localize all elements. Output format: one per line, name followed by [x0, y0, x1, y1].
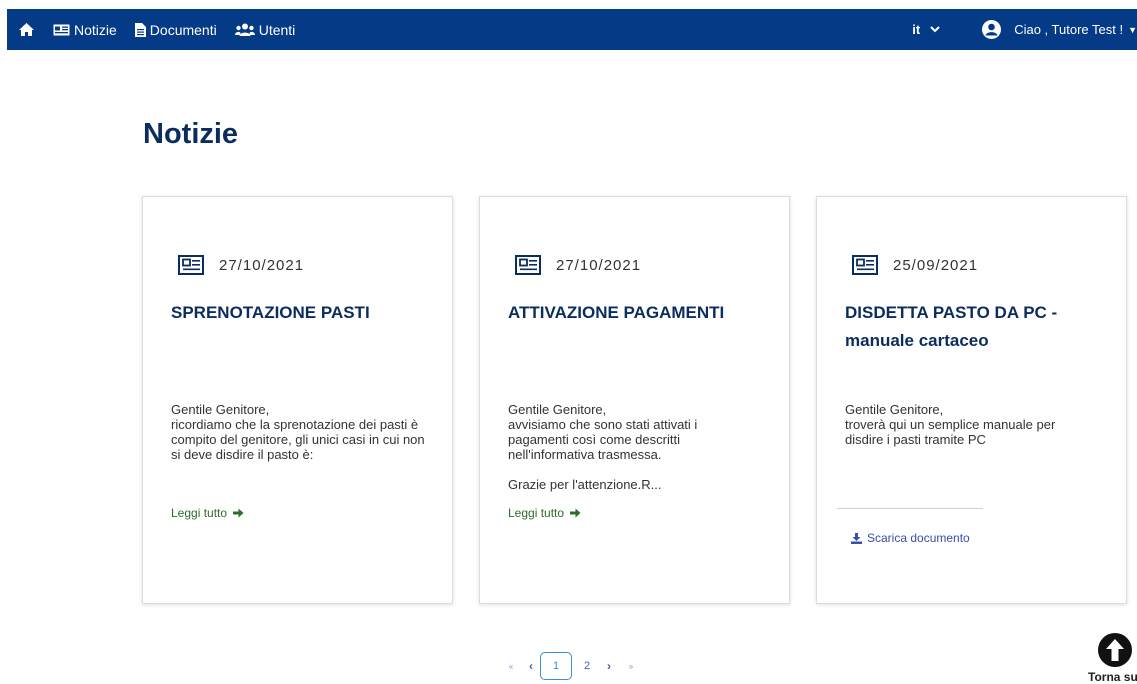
- read-more-link[interactable]: Leggi tutto: [171, 506, 244, 520]
- pagination-last[interactable]: »: [624, 662, 638, 671]
- arrow-up-circle-icon: [1098, 633, 1132, 667]
- card-body: Gentile Genitore, ricordiamo che la spre…: [171, 402, 456, 462]
- card-divider: [837, 508, 983, 509]
- caret-down-icon: ▼: [1128, 24, 1137, 35]
- pagination-first[interactable]: «: [504, 662, 518, 671]
- arrow-right-icon: [233, 508, 244, 518]
- chevron-down-icon: [930, 26, 940, 33]
- read-more-label: Leggi tutto: [171, 506, 228, 520]
- card-title[interactable]: DISDETTA PASTO DA PC - manuale cartaceo: [845, 299, 1115, 355]
- newspaper-icon: [515, 255, 541, 275]
- card-date: 27/10/2021: [556, 256, 642, 274]
- card-excerpt: Gentile Genitore, ricordiamo che la spre…: [171, 402, 425, 462]
- newspaper-icon: [178, 255, 204, 275]
- user-greeting: Ciao , Tutore Test !: [1014, 22, 1124, 37]
- nav-label: Utenti: [258, 21, 296, 38]
- news-card: 27/10/2021 SPRENOTAZIONE PASTI Gentile G…: [142, 196, 453, 604]
- newspaper-icon: [53, 24, 70, 36]
- back-to-top-label[interactable]: Torna su: [1088, 670, 1137, 684]
- download-label: Scarica documento: [867, 531, 970, 545]
- download-document-link[interactable]: Scarica documento: [851, 531, 970, 545]
- card-date-row: 27/10/2021: [515, 255, 641, 275]
- card-excerpt: Gentile Genitore, avvisiamo che sono sta…: [508, 402, 698, 462]
- card-body: Gentile Genitore, troverà qui un semplic…: [845, 402, 1115, 447]
- home-icon[interactable]: [18, 22, 35, 37]
- top-navbar: Notizie Documenti Utenti it Ciao , Tutor…: [7, 9, 1137, 50]
- card-excerpt-extra: Grazie per l'attenzione.R...: [508, 477, 662, 492]
- card-title[interactable]: ATTIVAZIONE PAGAMENTI: [508, 299, 778, 327]
- download-icon: [851, 532, 862, 544]
- nav-right: it Ciao , Tutore Test ! ▼: [912, 9, 1137, 50]
- card-date-row: 25/09/2021: [852, 255, 978, 275]
- newspaper-icon: [852, 255, 878, 275]
- card-date: 25/09/2021: [893, 256, 979, 274]
- card-date: 27/10/2021: [219, 256, 305, 274]
- back-to-top-button[interactable]: [1097, 632, 1133, 673]
- nav-item-notizie[interactable]: Notizie: [53, 22, 117, 38]
- pagination: « ‹ 1 2 › »: [504, 652, 638, 680]
- language-label: it: [912, 22, 921, 37]
- user-menu[interactable]: Ciao , Tutore Test ! ▼: [982, 20, 1137, 39]
- nav-item-documenti[interactable]: Documenti: [134, 21, 217, 38]
- pagination-prev[interactable]: ‹: [524, 659, 538, 673]
- news-card: 25/09/2021 DISDETTA PASTO DA PC - manual…: [816, 196, 1127, 604]
- pagination-page-1[interactable]: 1: [540, 652, 572, 680]
- document-icon: [134, 22, 146, 37]
- pagination-page-2[interactable]: 2: [572, 653, 602, 679]
- nav-label: Notizie: [74, 21, 117, 38]
- card-body: Gentile Genitore, avvisiamo che sono sta…: [508, 402, 793, 492]
- news-card: 27/10/2021 ATTIVAZIONE PAGAMENTI Gentile…: [479, 196, 790, 604]
- nav-left: Notizie Documenti Utenti: [7, 9, 295, 50]
- page-title: Notizie: [143, 118, 239, 150]
- card-title[interactable]: SPRENOTAZIONE PASTI: [171, 299, 441, 327]
- nav-label: Documenti: [149, 21, 217, 38]
- card-excerpt: Gentile Genitore, troverà qui un semplic…: [845, 402, 1056, 447]
- read-more-label: Leggi tutto: [508, 506, 565, 520]
- user-avatar-icon: [982, 20, 1002, 39]
- pagination-next[interactable]: ›: [602, 659, 616, 673]
- card-date-row: 27/10/2021: [178, 255, 304, 275]
- nav-item-utenti[interactable]: Utenti: [234, 21, 296, 38]
- users-icon: [234, 23, 255, 36]
- read-more-link[interactable]: Leggi tutto: [508, 506, 581, 520]
- arrow-right-icon: [570, 508, 581, 518]
- language-selector[interactable]: it: [912, 22, 940, 37]
